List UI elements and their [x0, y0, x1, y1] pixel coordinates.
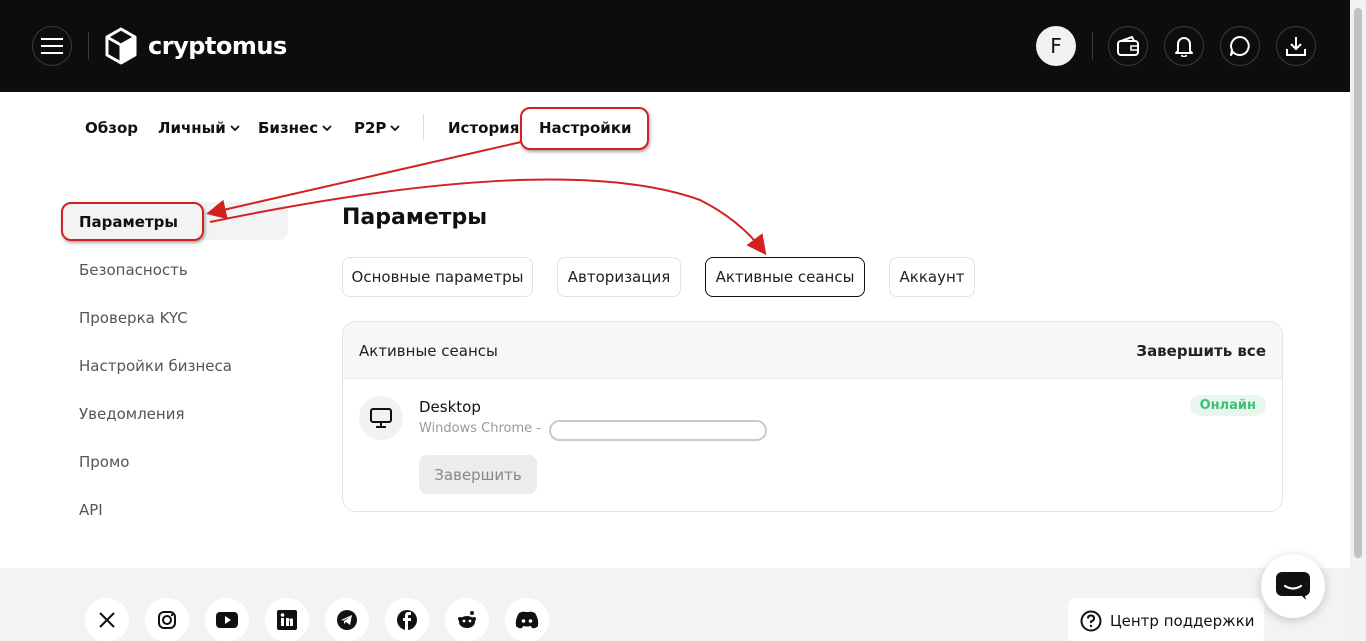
- notifications-button[interactable]: [1164, 26, 1204, 66]
- brand-name: cryptomus: [148, 32, 287, 60]
- end-all-button[interactable]: Завершить все: [1136, 342, 1266, 360]
- sidebar-item-parameters[interactable]: Параметры: [79, 213, 178, 231]
- page-scrollbar[interactable]: [1350, 0, 1366, 641]
- footer: Центр поддержки: [0, 568, 1350, 641]
- page-title: Параметры: [342, 205, 488, 230]
- nav-business[interactable]: Бизнес: [258, 119, 332, 137]
- help-icon: [1080, 610, 1102, 632]
- nav-personal-label: Личный: [158, 119, 226, 137]
- nav-personal[interactable]: Личный: [158, 119, 240, 137]
- support-label: Центр поддержки: [1110, 612, 1255, 630]
- desktop-icon: [370, 408, 392, 428]
- sessions-card-header: Активные сеансы Завершить все: [343, 322, 1282, 379]
- end-session-button[interactable]: Завершить: [419, 455, 537, 494]
- sidebar-item-api[interactable]: API: [79, 501, 103, 519]
- instagram-icon: [158, 611, 176, 629]
- top-bar: cryptomus F: [0, 0, 1350, 92]
- telegram-icon: [337, 610, 357, 630]
- device-name: Desktop: [419, 398, 481, 416]
- main-nav: Обзор Личный Бизнес P2P История Настройк…: [0, 92, 1350, 160]
- nav-overview-label: Обзор: [85, 119, 138, 137]
- social-reddit[interactable]: [445, 598, 489, 641]
- support-center-button[interactable]: Центр поддержки: [1068, 598, 1264, 641]
- logo[interactable]: cryptomus: [104, 27, 287, 65]
- tab-general[interactable]: Основные параметры: [342, 257, 533, 297]
- download-icon: [1286, 37, 1306, 56]
- chevron-down-icon: [322, 125, 332, 131]
- tab-active-sessions[interactable]: Активные сеансы: [705, 257, 865, 297]
- menu-icon: [41, 38, 63, 54]
- chat-icon: [1230, 36, 1250, 56]
- sidebar-item-kyc[interactable]: Проверка KYC: [79, 309, 188, 327]
- sidebar-item-promo[interactable]: Промо: [79, 453, 129, 471]
- linkedin-icon: [277, 610, 297, 630]
- social-facebook[interactable]: [385, 598, 429, 641]
- tab-authorization[interactable]: Авторизация: [557, 257, 681, 297]
- scrollbar-thumb[interactable]: [1354, 8, 1362, 558]
- cube-logo-icon: [105, 27, 137, 65]
- sidebar-item-notifications[interactable]: Уведомления: [79, 405, 184, 423]
- content-area: Параметры Безопасность Проверка KYC Наст…: [0, 160, 1350, 568]
- sessions-card: Активные сеансы Завершить все Desktop Wi…: [342, 321, 1283, 512]
- social-youtube[interactable]: [205, 598, 249, 641]
- download-button[interactable]: [1276, 26, 1316, 66]
- social-linkedin[interactable]: [265, 598, 309, 641]
- redacted-ip: [549, 420, 767, 441]
- device-details: Windows Chrome -: [419, 421, 541, 436]
- nav-overview[interactable]: Обзор: [85, 119, 138, 137]
- divider: [88, 32, 89, 60]
- divider: [1092, 32, 1093, 60]
- discord-icon: [515, 611, 539, 629]
- sessions-header-title: Активные сеансы: [359, 342, 498, 360]
- avatar[interactable]: F: [1036, 26, 1076, 66]
- nav-history-label: История: [448, 119, 520, 137]
- status-badge: Онлайн: [1189, 395, 1266, 416]
- sidebar-item-business-settings[interactable]: Настройки бизнеса: [79, 357, 232, 375]
- nav-p2p-label: P2P: [354, 119, 387, 137]
- tab-account[interactable]: Аккаунт: [889, 257, 975, 297]
- reddit-icon: [458, 611, 476, 628]
- device-icon-wrap: [359, 396, 403, 440]
- nav-history[interactable]: История: [448, 119, 519, 137]
- menu-button[interactable]: [32, 26, 72, 66]
- bell-icon: [1175, 37, 1193, 57]
- chevron-down-icon: [230, 125, 240, 131]
- youtube-icon: [216, 612, 238, 628]
- wallet-button[interactable]: [1108, 26, 1148, 66]
- nav-settings-label: Настройки: [539, 119, 632, 137]
- facebook-icon: [397, 610, 417, 630]
- nav-settings[interactable]: Настройки: [539, 119, 632, 137]
- social-x[interactable]: [85, 598, 129, 641]
- chevron-down-icon: [390, 125, 401, 131]
- divider: [423, 114, 424, 140]
- social-instagram[interactable]: [145, 598, 189, 641]
- wallet-icon: [1117, 36, 1139, 56]
- nav-business-label: Бизнес: [258, 119, 319, 137]
- x-icon: [99, 612, 115, 628]
- chat-bubble-icon: [1276, 572, 1310, 600]
- nav-p2p[interactable]: P2P: [354, 119, 401, 137]
- chat-widget-button[interactable]: [1261, 554, 1325, 618]
- messages-button[interactable]: [1220, 26, 1260, 66]
- social-telegram[interactable]: [325, 598, 369, 641]
- social-discord[interactable]: [505, 598, 549, 641]
- sidebar-item-security[interactable]: Безопасность: [79, 261, 188, 279]
